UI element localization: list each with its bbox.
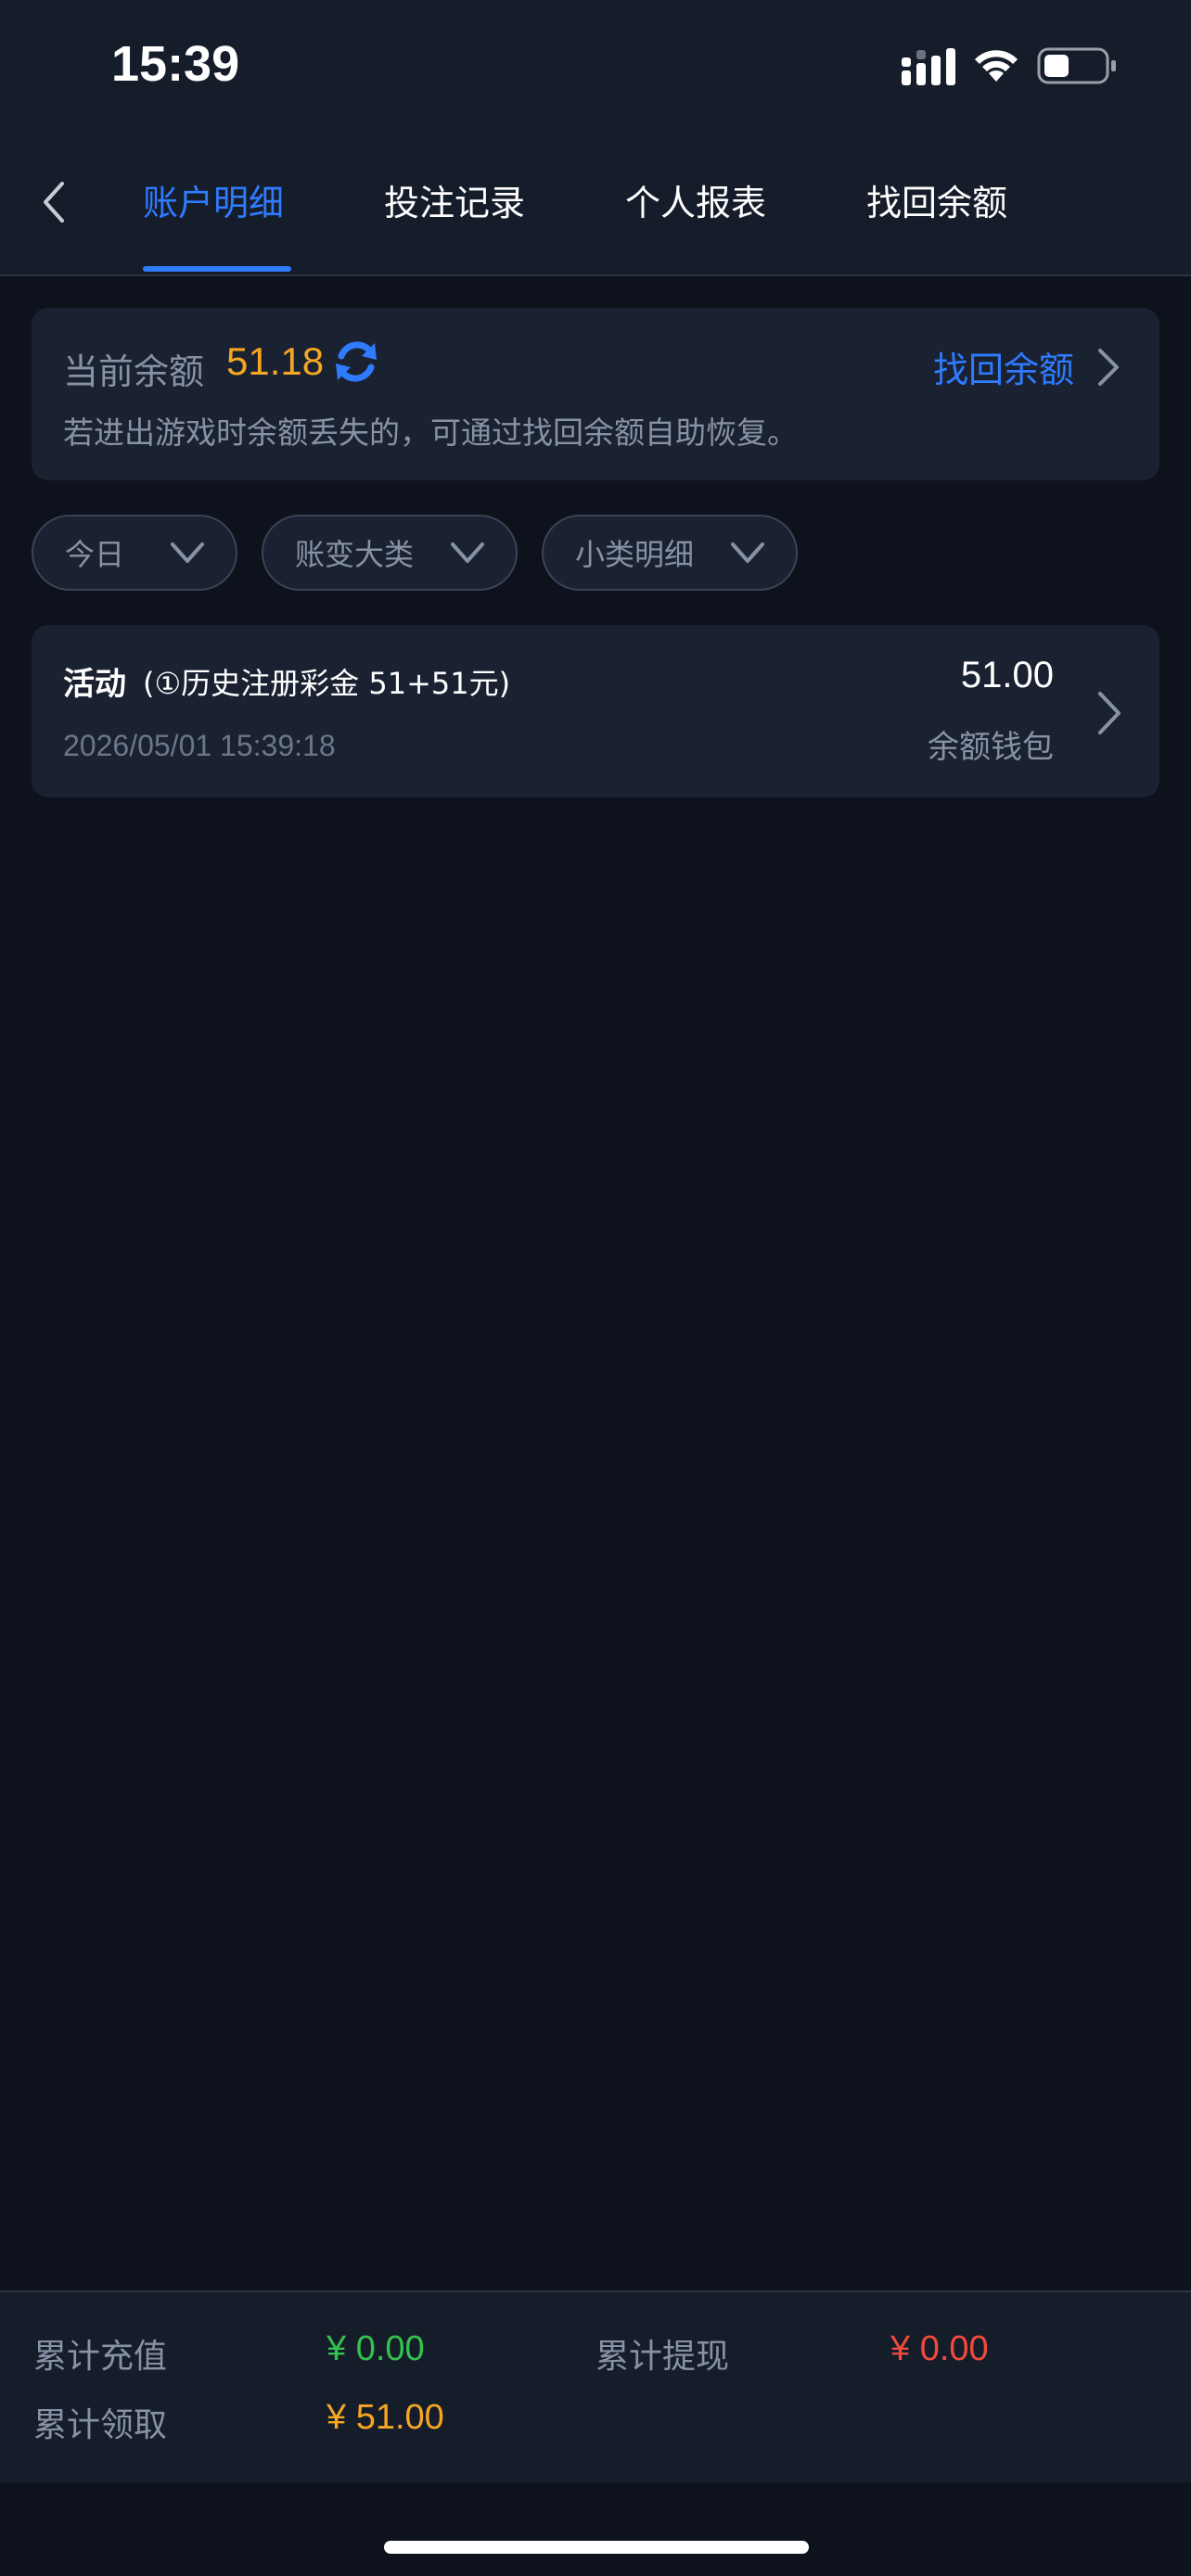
filter-date-label: 今日 xyxy=(65,537,125,572)
record-description: (①历史注册彩金 51+51元) xyxy=(143,666,511,701)
filter-sub-category[interactable]: 小类明细 xyxy=(542,515,798,591)
total-withdraw-label: 累计提现 xyxy=(596,2338,730,2376)
total-recharge-value: ¥ 0.00 xyxy=(327,2329,425,2368)
chevron-right-icon xyxy=(1098,348,1119,386)
record-category: 活动 xyxy=(63,666,126,703)
chevron-down-icon xyxy=(731,542,764,563)
chevron-left-icon xyxy=(44,182,64,223)
recover-balance-link[interactable]: 找回余额 xyxy=(933,341,1122,392)
status-time: 15:39 xyxy=(111,36,240,92)
chevron-down-icon xyxy=(451,542,484,563)
back-button[interactable] xyxy=(26,174,82,230)
summary-footer: 累计充值 ¥ 0.00 累计提现 ¥ 0.00 累计领取 ¥ 51.00 xyxy=(0,2290,1191,2483)
chevron-down-icon xyxy=(171,542,204,563)
tab-bet-records[interactable]: 投注记录 xyxy=(384,174,525,225)
status-bar: 15:39 xyxy=(0,0,1191,139)
record-time: 2026/05/01 15:39:18 xyxy=(63,729,336,762)
record-wallet: 余额钱包 xyxy=(928,729,1054,766)
cellular-signal-icon xyxy=(902,48,955,85)
filter-main-category[interactable]: 账变大类 xyxy=(262,515,518,591)
tab-recover-balance[interactable]: 找回余额 xyxy=(866,174,1007,225)
battery-icon xyxy=(1037,47,1116,84)
top-nav: 账户明细 投注记录 个人报表 找回余额 xyxy=(0,139,1191,276)
home-indicator xyxy=(384,2541,809,2554)
active-tab-indicator xyxy=(143,266,291,272)
refresh-icon[interactable] xyxy=(330,336,382,388)
balance-label: 当前余额 xyxy=(63,351,205,392)
balance-hint: 若进出游戏时余额丢失的，可通过找回余额自助恢复。 xyxy=(63,414,798,451)
total-recharge-label: 累计充值 xyxy=(33,2338,168,2376)
list-item[interactable]: 活动 (①历史注册彩金 51+51元) 2026/05/01 15:39:18 … xyxy=(32,625,1159,797)
tab-personal-report[interactable]: 个人报表 xyxy=(625,174,766,225)
filter-date[interactable]: 今日 xyxy=(32,515,237,591)
chevron-right-icon xyxy=(1098,692,1121,734)
recover-balance-label: 找回余额 xyxy=(932,350,1074,390)
total-withdraw-value: ¥ 0.00 xyxy=(890,2329,989,2368)
account-details-screen: 15:39 账户明细 投注记录 个人报表 找回余额 当前余额 51.18 找回余… xyxy=(0,0,1191,2576)
balance-card: 当前余额 51.18 找回余额 若进出游戏时余额丢失的，可通过找回余额自助恢复。 xyxy=(32,308,1159,480)
balance-value: 51.18 xyxy=(226,339,325,383)
wifi-icon xyxy=(975,50,1018,82)
total-claim-label: 累计领取 xyxy=(33,2406,168,2444)
record-amount: 51.00 xyxy=(960,655,1054,695)
total-claim-value: ¥ 51.00 xyxy=(327,2398,444,2437)
filter-sub-category-label: 小类明细 xyxy=(575,537,695,572)
filter-main-category-label: 账变大类 xyxy=(295,537,415,572)
tab-account-details[interactable]: 账户明细 xyxy=(143,174,284,225)
